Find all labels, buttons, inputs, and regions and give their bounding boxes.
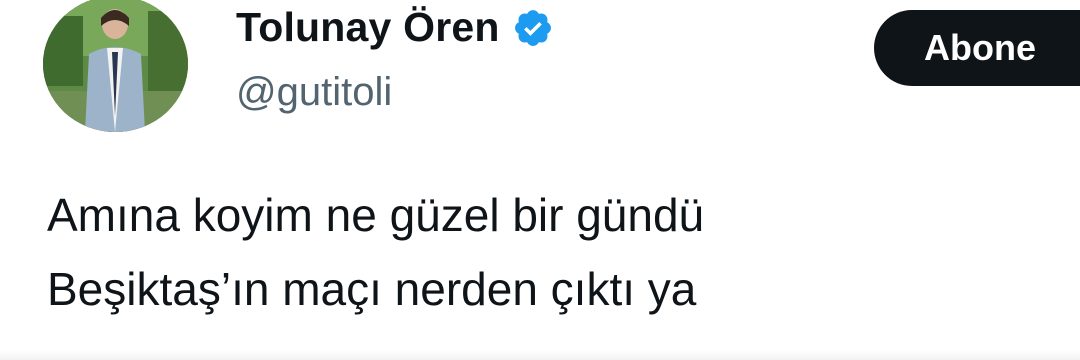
display-name-text: Tolunay Ören <box>236 4 500 50</box>
bottom-edge <box>0 350 1080 360</box>
verified-badge-icon <box>512 7 554 49</box>
tweet-text-line: Beşiktaş’ın maçı nerden çıktı ya <box>47 263 697 315</box>
tweet-text-line: Amına koyim ne güzel bir gündü <box>47 189 705 241</box>
avatar[interactable] <box>43 0 188 132</box>
follow-button[interactable]: Abone <box>874 10 1080 86</box>
author-handle[interactable]: @gutitoli <box>236 70 392 115</box>
tweet-text: Amına koyim ne güzel bir gündü Beşiktaş’… <box>47 178 704 326</box>
author-display-name[interactable]: Tolunay Ören <box>236 4 554 51</box>
tweet-card: Tolunay Ören @gutitoli Abone Amına koyim… <box>0 0 1080 360</box>
avatar-photo <box>43 0 188 132</box>
